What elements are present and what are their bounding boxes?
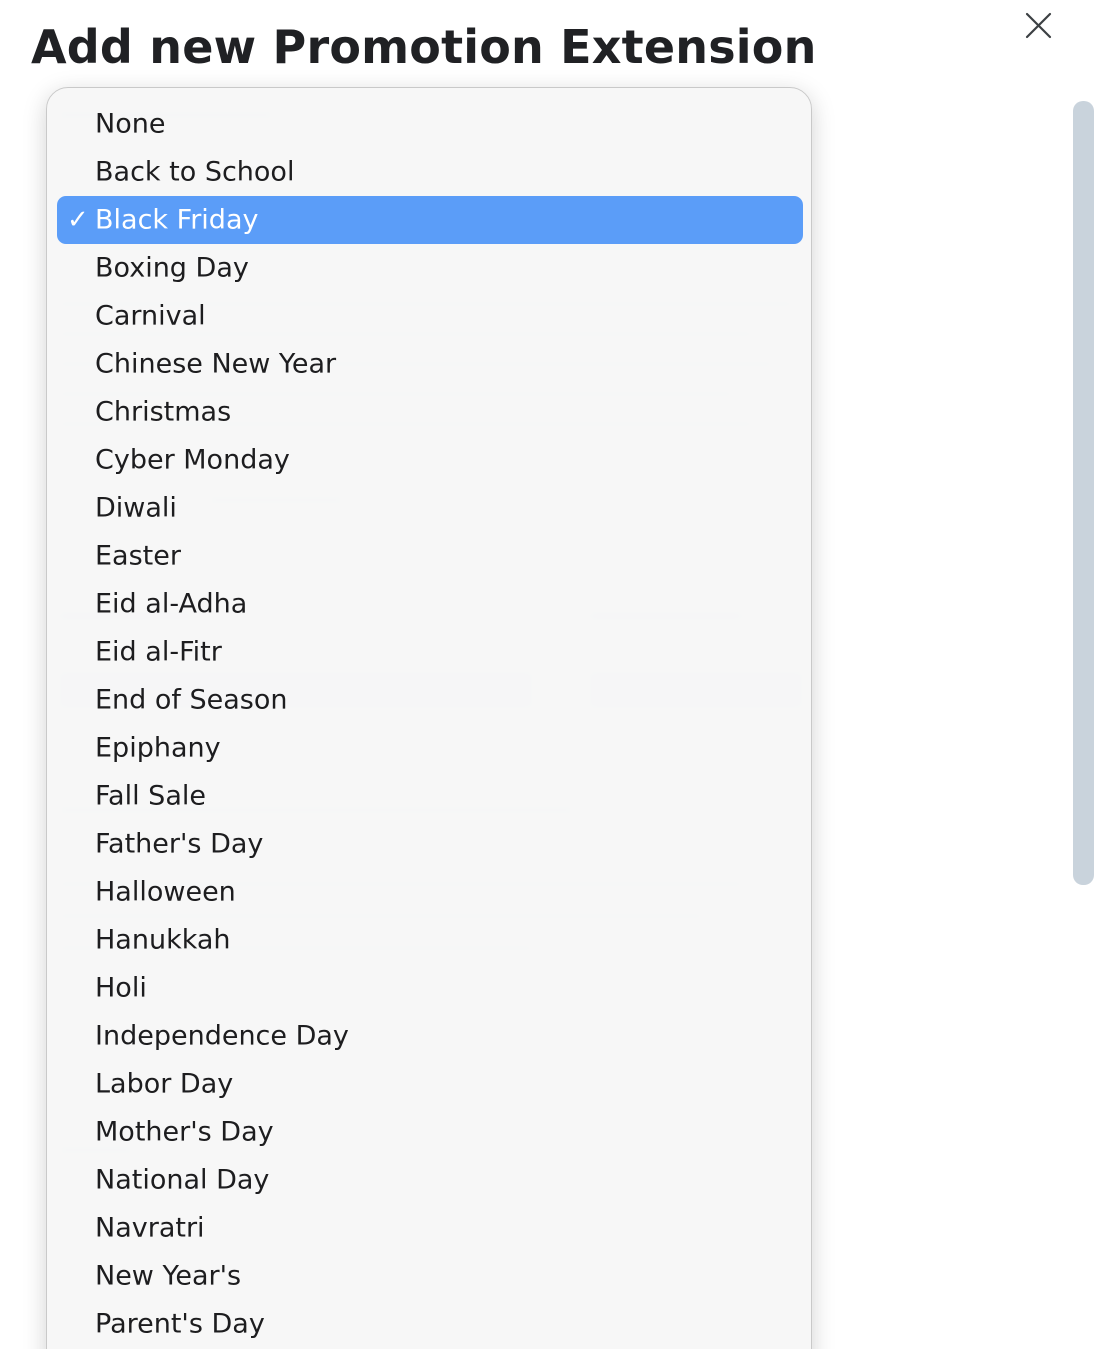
dropdown-option[interactable]: Cyber Monday [57, 436, 803, 484]
dropdown-option-label: Diwali [95, 492, 177, 524]
dropdown-option-label: Black Friday [95, 204, 259, 236]
dropdown-option-label: Halloween [95, 876, 236, 908]
dropdown-option[interactable]: Labor Day [57, 1060, 803, 1108]
dropdown-option[interactable]: Eid al-Adha [57, 580, 803, 628]
close-icon [1018, 8, 1058, 44]
dropdown-option[interactable]: None [57, 100, 803, 148]
dropdown-option-label: Boxing Day [95, 252, 249, 284]
dropdown-option[interactable]: Navratri [57, 1204, 803, 1252]
dropdown-option-label: Fall Sale [95, 780, 206, 812]
dropdown-option[interactable]: Mother's Day [57, 1108, 803, 1156]
dropdown-option-label: Easter [95, 540, 181, 572]
dropdown-option[interactable]: Independence Day [57, 1012, 803, 1060]
dropdown-option[interactable]: Holi [57, 964, 803, 1012]
dropdown-option[interactable]: Christmas [57, 388, 803, 436]
dropdown-option-label: Labor Day [95, 1068, 234, 1100]
dropdown-option-label: Cyber Monday [95, 444, 290, 476]
dropdown-option-label: Mother's Day [95, 1116, 274, 1148]
dropdown-option-label: Carnival [95, 300, 206, 332]
dropdown-option[interactable]: Epiphany [57, 724, 803, 772]
dropdown-option[interactable]: Parent's Day [57, 1300, 803, 1348]
dropdown-option[interactable]: End of Season [57, 676, 803, 724]
dropdown-option-label: Hanukkah [95, 924, 231, 956]
dropdown-option-label: Eid al-Adha [95, 588, 248, 620]
dropdown-option[interactable]: Diwali [57, 484, 803, 532]
dropdown-option[interactable]: Hanukkah [57, 916, 803, 964]
dropdown-option-label: Epiphany [95, 732, 221, 764]
dropdown-option-label: Back to School [95, 156, 295, 188]
dropdown-option-label: Parent's Day [95, 1308, 265, 1340]
dropdown-option-label: National Day [95, 1164, 270, 1196]
dropdown-option-label: Eid al-Fitr [95, 636, 222, 668]
dropdown-option[interactable]: Easter [57, 532, 803, 580]
checkmark-icon: ✓ [67, 205, 89, 235]
dropdown-option-label: Holi [95, 972, 147, 1004]
dropdown-option[interactable]: Father's Day [57, 820, 803, 868]
promotion-occasion-dropdown[interactable]: None Back to School ✓ Black Friday Boxing Da… [46, 87, 812, 1349]
dropdown-option-label: Christmas [95, 396, 232, 428]
dropdown-option-label: Independence Day [95, 1020, 349, 1052]
dropdown-option-label: Navratri [95, 1212, 205, 1244]
page-title: Add new Promotion Extension [31, 20, 817, 74]
dropdown-option[interactable]: Fall Sale [57, 772, 803, 820]
dropdown-option[interactable]: Back to School [57, 148, 803, 196]
dropdown-option-label: Father's Day [95, 828, 264, 860]
dropdown-option[interactable]: Carnival [57, 292, 803, 340]
dropdown-option[interactable]: National Day [57, 1156, 803, 1204]
dropdown-option[interactable]: Boxing Day [57, 244, 803, 292]
dropdown-option[interactable]: Chinese New Year [57, 340, 803, 388]
dropdown-option[interactable]: Eid al-Fitr [57, 628, 803, 676]
dropdown-option[interactable]: Halloween [57, 868, 803, 916]
dropdown-option[interactable]: New Year's [57, 1252, 803, 1300]
dropdown-option-label: New Year's [95, 1260, 242, 1292]
dropdown-option-label: End of Season [95, 684, 288, 716]
dropdown-option-label: None [95, 108, 166, 140]
promotion-extension-dialog: Add new Promotion Extension None Back to … [0, 0, 1094, 1349]
scrollbar-thumb[interactable] [1073, 101, 1094, 885]
dropdown-option[interactable]: ✓ Black Friday [57, 196, 803, 244]
close-button[interactable] [1018, 8, 1058, 44]
dropdown-option-label: Chinese New Year [95, 348, 337, 380]
